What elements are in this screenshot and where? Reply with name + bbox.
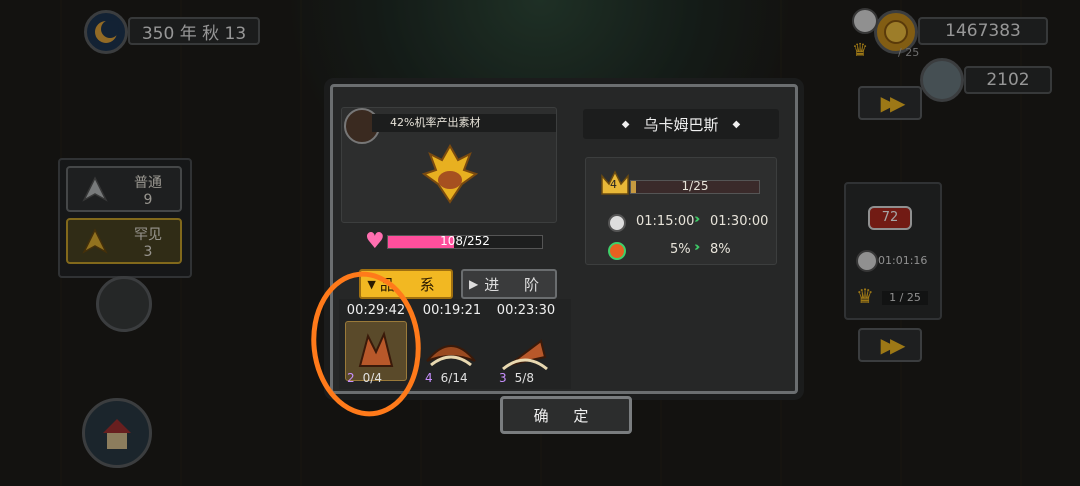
slot-count: 3 5/8 <box>499 371 534 385</box>
time-current: 01:15:00 <box>636 214 695 229</box>
slot-count: 4 6/14 <box>425 371 468 385</box>
stats-clock-icon <box>608 214 626 232</box>
play-icon: ▶ <box>468 277 479 291</box>
material-rate-plate: 42%机率产出素材 <box>372 114 556 132</box>
rate-current: 5% <box>670 242 691 257</box>
slot-level: 3 <box>499 371 507 385</box>
monster-portrait-icon <box>421 144 479 204</box>
level-progress-text: 1/25 <box>681 179 709 193</box>
hp-bar: 108/252 <box>387 234 543 249</box>
confirm-label: 确 定 <box>533 406 599 425</box>
hp-text: 108/252 <box>440 234 490 248</box>
tab-advance[interactable]: ▶ 进 阶 <box>461 269 557 299</box>
highlight-circle-annotation <box>311 271 421 417</box>
level-progress-bar: 1/25 <box>630 179 760 194</box>
material-rate-text: 42%机率产出素材 <box>390 116 481 129</box>
rate-gear-icon <box>608 242 626 260</box>
hp-heart-icon: ♥ <box>365 229 385 254</box>
monster-name: 乌卡姆巴斯 <box>643 115 719 134</box>
stats-panel: 4 1/25 01:15:00 ›› 01:30:00 5% ›› 8% <box>585 157 777 265</box>
time-arrow-icon: ›› <box>694 212 701 227</box>
level-crown-icon: 4 <box>600 168 630 198</box>
rate-next: 8% <box>710 242 731 257</box>
monster-name-plate: ◆ 乌卡姆巴斯 ◆ <box>583 109 779 139</box>
time-next: 01:30:00 <box>710 214 769 229</box>
confirm-button[interactable]: 确 定 <box>500 396 632 434</box>
slot-count-text: 6/14 <box>440 371 468 385</box>
rate-arrow-icon: ›› <box>694 240 701 255</box>
tab-label: 进 阶 <box>484 275 549 294</box>
material-panel: 42%机率产出素材 <box>341 107 557 223</box>
level-number: 4 <box>610 178 617 191</box>
slot-count-text: 5/8 <box>514 371 534 385</box>
slot-timer: 00:23:30 <box>496 303 556 318</box>
